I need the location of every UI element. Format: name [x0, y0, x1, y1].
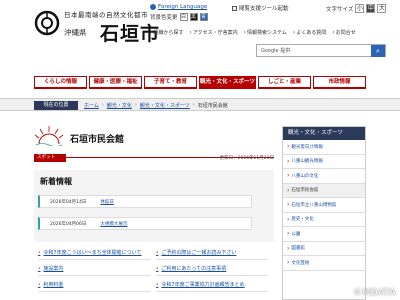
background-color-switcher: 背景色変更 白 黒 青	[150, 13, 208, 21]
foreign-language-label: Foreign Language	[158, 4, 208, 10]
city-emblem-icon	[34, 10, 60, 36]
nav-link-organization[interactable]: 組織から探す	[150, 29, 183, 36]
news-link[interactable]: 休館日	[100, 199, 114, 205]
nav-link-contact[interactable]: お問合せ	[332, 29, 356, 36]
sidebar-item[interactable]: 文化芸術	[283, 256, 365, 271]
sidebar-item[interactable]: 歴史・文化	[283, 213, 365, 227]
sun-decoration-icon	[34, 126, 64, 146]
nav-link-faq[interactable]: よくある質問	[293, 29, 326, 36]
sidebar-item[interactable]: 石垣市立八重山博物館	[283, 198, 365, 213]
bg-black-button[interactable]: 黒	[189, 13, 198, 21]
logo-prefecture: 沖縄県	[64, 28, 87, 37]
logo-subtitle: 日本最南端の自然文化都市	[64, 11, 148, 19]
page-title: 石垣市民会館	[70, 135, 125, 145]
font-medium-button[interactable]: 中	[366, 4, 376, 13]
font-large-button[interactable]: 大	[377, 4, 387, 13]
page-link[interactable]: 利用料金	[38, 278, 150, 292]
page-header: 石垣市民会館 スポット 更新日：2024年11月21日	[34, 122, 274, 162]
page-link[interactable]: 令和7年度こうばい～まち全体開催について	[38, 246, 150, 260]
breadcrumb-current: 石垣市民会館	[197, 103, 228, 109]
nav-link-info-search[interactable]: 情報検索システム	[244, 29, 287, 36]
gnav-childcare[interactable]: 子育て・教育	[144, 76, 198, 89]
globe-icon	[150, 4, 156, 10]
bg-color-label: 背景色変更	[150, 15, 178, 21]
bg-white-button[interactable]: 白	[179, 13, 188, 21]
news-link[interactable]: 大規模大展示	[100, 221, 127, 227]
foreign-language-link[interactable]: Foreign Language	[150, 4, 207, 10]
news-heading: 新着情報	[40, 176, 72, 186]
search-placeholder: Google 提供	[261, 48, 291, 54]
news-item: 2026年04月06日 大規模大展示	[38, 217, 252, 230]
search-icon: ⌕	[376, 47, 380, 55]
watermark: ©MDATA	[353, 288, 396, 298]
gnav-health[interactable]: 健康・医療・福祉	[89, 76, 143, 89]
sidebar-item[interactable]: 図書館	[283, 242, 365, 256]
page-link[interactable]: 令和7年度ご事業協力計画報告まとめ	[156, 278, 268, 292]
sidebar-item[interactable]: 八重山観光情報	[283, 155, 365, 169]
breadcrumb: ホーム › 観光・文化 › 観光・文化・スポーツ › 石垣市民会館	[84, 102, 228, 109]
gnav-work[interactable]: しごと・産業	[257, 76, 311, 89]
breadcrumb-tourism-sports[interactable]: 観光・文化・スポーツ	[140, 102, 190, 109]
category-tag: スポット	[34, 154, 66, 162]
sidebar-item[interactable]: 八重山の文化	[283, 169, 365, 184]
breadcrumb-bar: 現在の位置 ホーム › 観光・文化 › 観光・文化・スポーツ › 石垣市民会館	[0, 98, 400, 111]
nav-link-access[interactable]: アクセス・庁舎案内	[189, 29, 238, 36]
sidebar-title: 観光・文化・スポーツ	[283, 127, 365, 140]
sidebar-item-current[interactable]: 石垣市民会館	[283, 183, 365, 198]
news-item: 2026年04月14日 休館日	[38, 195, 252, 208]
sidebar: 観光・文化・スポーツ 観光客向け情報 八重山観光情報 八重山の文化 石垣市民会館…	[282, 126, 366, 300]
header: 日本最南端の自然文化都市 沖縄県 石垣市 Foreign Language 背景…	[0, 0, 400, 48]
breadcrumb-home[interactable]: ホーム	[84, 102, 99, 109]
page-link[interactable]: ご予約の際はご一報お読み下さい	[156, 246, 268, 260]
header-nav-links: 組織から探す アクセス・庁舎案内 情報検索システム よくある質問 お問合せ	[150, 29, 356, 36]
font-size-switcher: 文字サイズ 小 中 大	[326, 4, 387, 13]
font-small-button[interactable]: 小	[355, 4, 365, 13]
breadcrumb-separator: ›	[134, 102, 137, 108]
news-date: 2026年04月06日	[50, 221, 87, 227]
breadcrumb-tourism[interactable]: 観光・文化	[107, 102, 132, 109]
reader-tool-link[interactable]: 閲覧支援ツール起動	[232, 4, 289, 12]
font-size-label: 文字サイズ	[326, 6, 354, 13]
news-date: 2026年04月14日	[50, 199, 87, 205]
breadcrumb-separator: ›	[101, 102, 104, 108]
sidebar-item[interactable]: 公園	[283, 227, 365, 242]
page-link[interactable]: 施設案内	[38, 262, 150, 276]
gnav-living[interactable]: くらしの情報	[34, 76, 88, 89]
checkbox-icon	[232, 5, 237, 11]
gnav-tourism[interactable]: 観光・文化・スポーツ	[199, 76, 256, 89]
site-search-input[interactable]: Google 提供 ⌕	[256, 44, 386, 57]
search-button[interactable]: ⌕	[371, 45, 385, 57]
updated-date: 更新日：2024年11月21日	[219, 156, 274, 161]
gnav-city-info[interactable]: 市政情報	[312, 76, 366, 89]
site-logo[interactable]: 日本最南端の自然文化都市 沖縄県 石垣市	[34, 6, 159, 45]
reader-tool-label: 閲覧支援ツール起動	[239, 6, 289, 12]
main-content: 石垣市民会館 スポット 更新日：2024年11月21日 新着情報 2026年04…	[34, 120, 274, 300]
page-link[interactable]: ご利用にあたっての注意事項	[156, 262, 268, 276]
sidebar-item[interactable]: 観光客向け情報	[283, 140, 365, 155]
global-navigation: くらしの情報 健康・医療・福祉 子育て・教育 観光・文化・スポーツ しごと・産業…	[34, 76, 366, 89]
breadcrumb-label: 現在の位置	[34, 101, 78, 110]
breadcrumb-separator: ›	[192, 102, 195, 108]
bg-blue-button[interactable]: 青	[199, 13, 208, 21]
